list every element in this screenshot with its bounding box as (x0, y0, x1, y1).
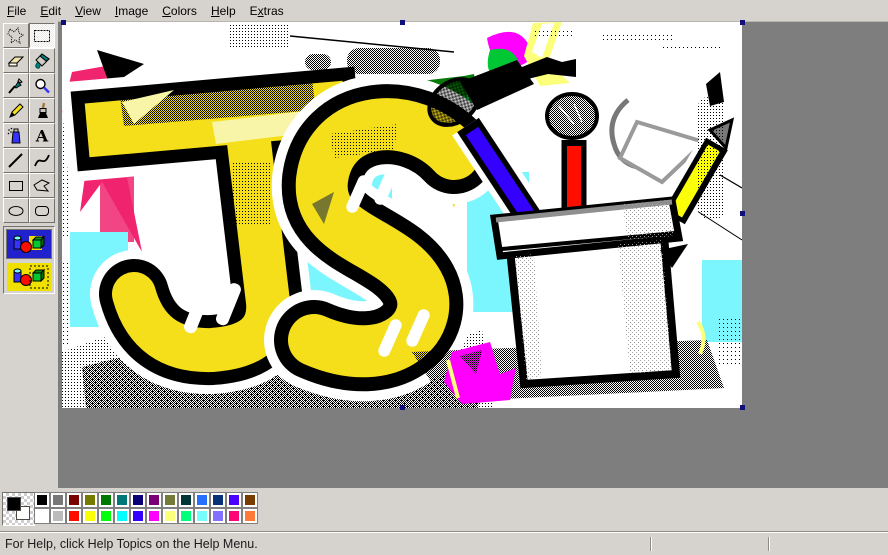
palette-color[interactable] (82, 508, 98, 524)
transparent-selection-icon (7, 263, 51, 291)
palette-color[interactable] (210, 508, 226, 524)
palette-color[interactable] (210, 492, 226, 508)
svg-text:A: A (35, 126, 49, 145)
airbrush-icon (6, 126, 26, 146)
selection-transparency-options (3, 226, 55, 294)
rectangle-icon (6, 176, 26, 196)
palette-color[interactable] (178, 492, 194, 508)
free-form-select-button[interactable] (3, 23, 29, 48)
fill-with-color-icon (32, 51, 52, 71)
canvas-resize-handle-bottom-middle[interactable] (400, 405, 405, 410)
opaque-selection-option[interactable] (6, 229, 52, 259)
palette-color[interactable] (130, 492, 146, 508)
menu-item-edit[interactable]: Edit (33, 2, 68, 20)
pick-color-button[interactable] (3, 73, 29, 98)
canvas-resize-handle-right-middle[interactable] (740, 211, 745, 216)
menu-item-file[interactable]: File (0, 2, 33, 20)
eraser-button[interactable] (3, 48, 29, 73)
palette-color[interactable] (242, 508, 258, 524)
rounded-rectangle-icon (32, 201, 52, 221)
palette-color[interactable] (98, 492, 114, 508)
menu-item-extras[interactable]: Extras (243, 2, 291, 20)
palette-color[interactable] (178, 508, 194, 524)
menu-bar: FileEditViewImageColorsHelpExtras (0, 0, 888, 22)
foreground-color-swatch (7, 497, 21, 511)
palette-color[interactable] (34, 492, 50, 508)
line-icon (6, 151, 26, 171)
polygon-icon (32, 176, 52, 196)
magnifier-icon (32, 76, 52, 96)
opaque-selection-icon (7, 230, 51, 258)
palette-color[interactable] (66, 508, 82, 524)
status-divider (650, 537, 651, 551)
menu-item-help[interactable]: Help (204, 2, 243, 20)
canvas[interactable] (62, 22, 742, 408)
palette-color[interactable] (98, 508, 114, 524)
palette-color[interactable] (162, 492, 178, 508)
fill-with-color-button[interactable] (29, 48, 55, 73)
brush-button[interactable] (29, 98, 55, 123)
free-form-select-icon (6, 26, 26, 46)
palette-color[interactable] (130, 508, 146, 524)
line-button[interactable] (3, 148, 29, 173)
palette-color[interactable] (146, 492, 162, 508)
pencil-button[interactable] (3, 98, 29, 123)
transparent-selection-option[interactable] (6, 262, 52, 292)
palette-color[interactable] (114, 508, 130, 524)
palette-color[interactable] (226, 492, 242, 508)
status-message: For Help, click Help Topics on the Help … (5, 537, 258, 551)
text-button[interactable]: A (29, 123, 55, 148)
status-bar: For Help, click Help Topics on the Help … (0, 531, 888, 555)
canvas-resize-handle-top-left[interactable] (61, 20, 66, 25)
paint-app: FileEditViewImageColorsHelpExtras A (0, 0, 888, 555)
palette-color[interactable] (50, 492, 66, 508)
ellipse-button[interactable] (3, 198, 29, 223)
canvas-resize-handle-bottom-right[interactable] (740, 405, 745, 410)
pencil-icon (6, 101, 26, 121)
rounded-rectangle-button[interactable] (29, 198, 55, 223)
menu-item-image[interactable]: Image (108, 2, 155, 20)
curve-icon (32, 151, 52, 171)
eraser-icon (6, 51, 26, 71)
palette-color[interactable] (242, 492, 258, 508)
canvas-resize-handle-top-middle[interactable] (400, 20, 405, 25)
ellipse-icon (6, 201, 26, 221)
brush-icon (32, 101, 52, 121)
palette-color[interactable] (194, 508, 210, 524)
palette-color[interactable] (194, 492, 210, 508)
magnifier-button[interactable] (29, 73, 55, 98)
palette-color[interactable] (162, 508, 178, 524)
palette-color[interactable] (66, 492, 82, 508)
tool-grid: A (3, 23, 55, 223)
palette-color[interactable] (50, 508, 66, 524)
color-indicator[interactable] (2, 492, 35, 526)
palette-color[interactable] (226, 508, 242, 524)
curve-button[interactable] (29, 148, 55, 173)
color-palette (0, 488, 888, 531)
tool-box: A (0, 21, 58, 488)
canvas-resize-handle-top-right[interactable] (740, 20, 745, 25)
menu-item-view[interactable]: View (68, 2, 108, 20)
select-icon (32, 26, 52, 46)
palette-color[interactable] (114, 492, 130, 508)
rectangle-button[interactable] (3, 173, 29, 198)
pick-color-icon (6, 76, 26, 96)
text-icon: A (32, 126, 52, 146)
status-divider (768, 537, 769, 551)
palette-swatches (34, 492, 260, 524)
select-button[interactable] (29, 23, 55, 48)
polygon-button[interactable] (29, 173, 55, 198)
airbrush-button[interactable] (3, 123, 29, 148)
canvas-artwork (62, 22, 742, 408)
palette-color[interactable] (146, 508, 162, 524)
palette-color[interactable] (82, 492, 98, 508)
letter-S (312, 124, 454, 359)
palette-color[interactable] (34, 508, 50, 524)
menu-item-colors[interactable]: Colors (155, 2, 204, 20)
